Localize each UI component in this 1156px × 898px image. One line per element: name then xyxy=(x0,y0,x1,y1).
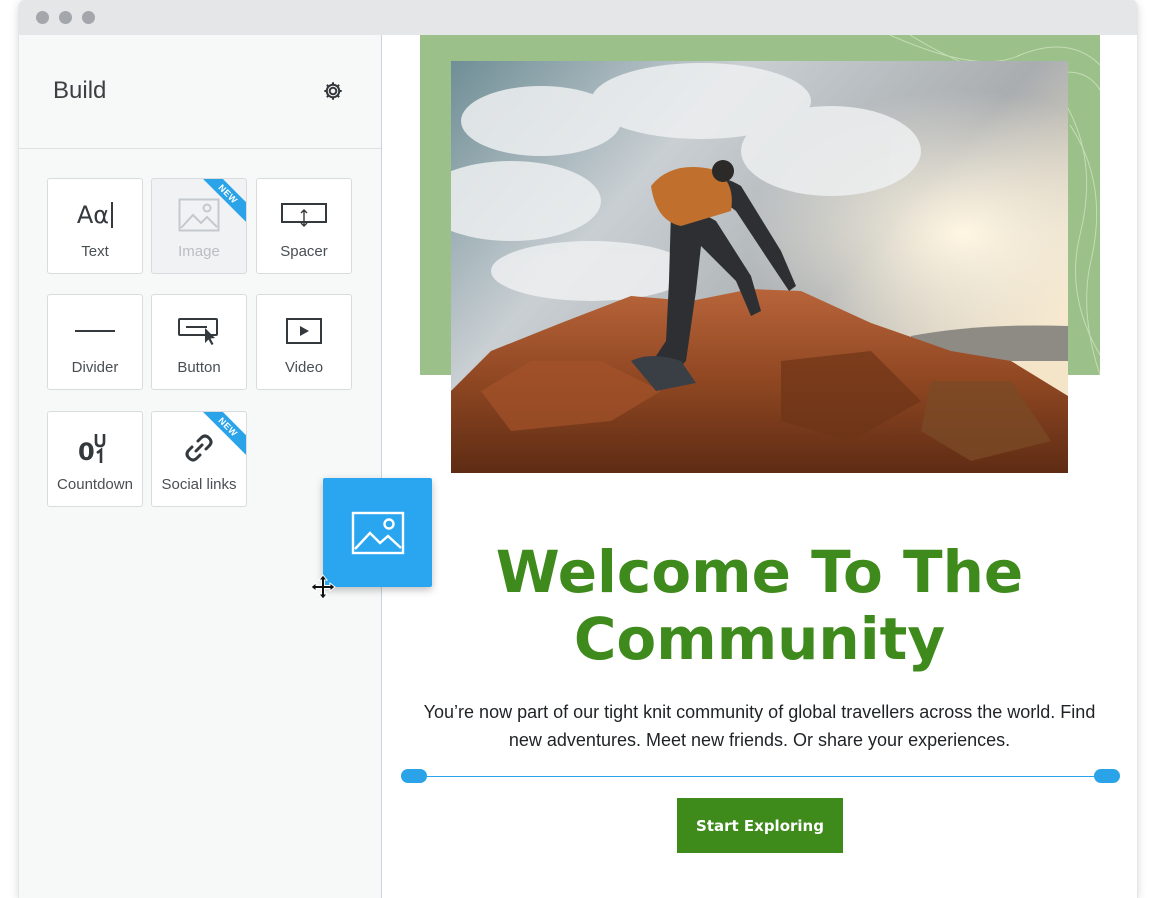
window-minimize-button[interactable] xyxy=(59,11,72,24)
email-canvas: Welcome To The Community You’re now part… xyxy=(382,35,1137,898)
tile-label: Text xyxy=(81,243,109,260)
sidebar-title: Build xyxy=(53,77,107,104)
tile-countdown[interactable]: 0 Countdown xyxy=(47,411,143,507)
button-icon xyxy=(152,313,246,349)
window-close-button[interactable] xyxy=(36,11,49,24)
divider-resize-line xyxy=(414,776,1104,777)
start-exploring-button[interactable]: Start Exploring xyxy=(677,798,843,853)
window-zoom-button[interactable] xyxy=(82,11,95,24)
tile-label: Video xyxy=(284,359,324,376)
tile-video[interactable]: Video xyxy=(256,294,352,390)
text-icon: Aα xyxy=(48,197,142,233)
app-window: Build Aα Text Image NEW Spacer Divider B… xyxy=(19,0,1137,898)
tile-label: Button xyxy=(177,359,221,376)
hero-image[interactable] xyxy=(451,61,1068,473)
tile-divider[interactable]: Divider xyxy=(47,294,143,390)
tile-label: Social links xyxy=(161,476,237,493)
tile-label: Divider xyxy=(71,359,119,376)
countdown-icon: 0 xyxy=(48,430,142,466)
move-cursor-icon xyxy=(310,574,336,600)
window-titlebar xyxy=(19,0,1137,35)
tile-image[interactable]: Image NEW xyxy=(151,178,247,274)
dragged-image-block[interactable] xyxy=(323,478,432,587)
image-icon xyxy=(351,511,404,554)
tile-label: Image xyxy=(178,243,220,260)
tile-label: Countdown xyxy=(57,476,133,493)
tile-button[interactable]: Button xyxy=(151,294,247,390)
resize-handle-left[interactable] xyxy=(401,769,427,783)
gear-icon[interactable] xyxy=(322,80,344,102)
build-sidebar: Build Aα Text Image NEW Spacer Divider B… xyxy=(19,35,382,898)
svg-text:0: 0 xyxy=(78,438,95,466)
tile-label: Spacer xyxy=(280,243,328,260)
body-text[interactable]: You’re now part of our tight knit commun… xyxy=(422,698,1097,754)
divider-icon xyxy=(48,313,142,349)
sidebar-header: Build xyxy=(19,35,381,149)
resize-handle-right[interactable] xyxy=(1094,769,1120,783)
tile-social-links[interactable]: Social links NEW xyxy=(151,411,247,507)
spacer-icon xyxy=(257,197,351,233)
video-icon xyxy=(257,313,351,349)
tile-spacer[interactable]: Spacer xyxy=(256,178,352,274)
tile-text[interactable]: Aα Text xyxy=(47,178,143,274)
headline[interactable]: Welcome To The Community xyxy=(382,539,1137,673)
